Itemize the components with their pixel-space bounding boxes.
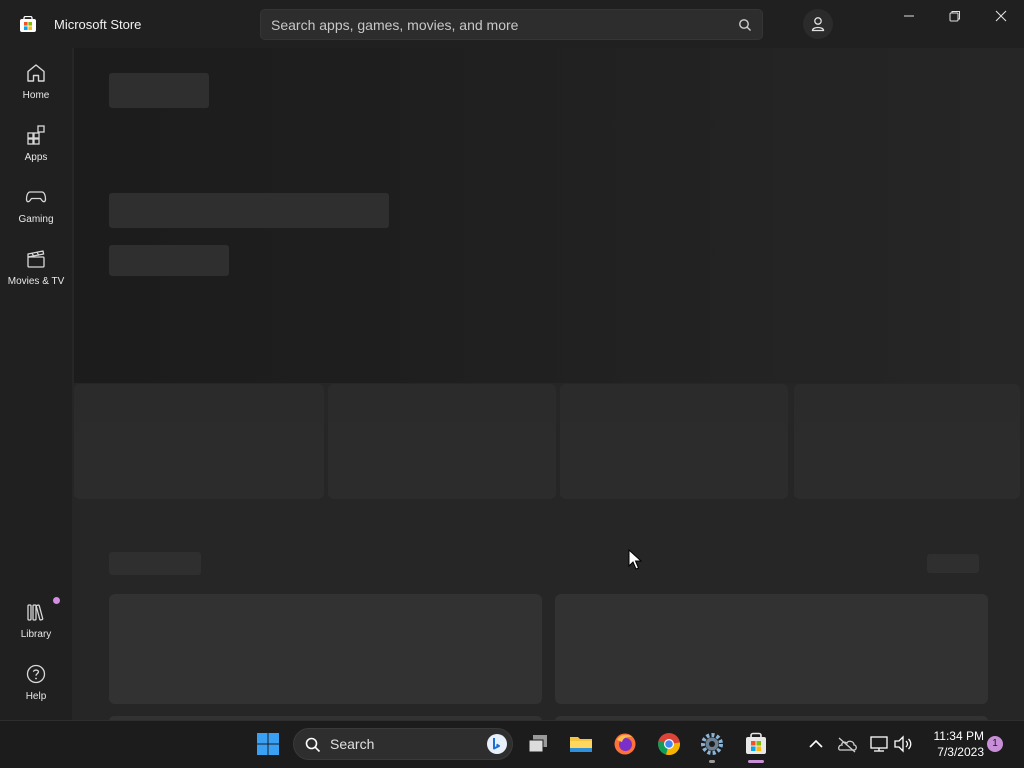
- sidebar-item-help[interactable]: Help: [0, 659, 72, 715]
- search-placeholder: Search apps, games, movies, and more: [271, 17, 519, 33]
- apps-icon: [27, 125, 45, 145]
- windows-start-icon[interactable]: [256, 732, 280, 756]
- help-icon: [26, 664, 46, 684]
- taskview-icon[interactable]: [526, 732, 550, 756]
- clock[interactable]: 11:34 PM 7/3/2023: [920, 728, 984, 760]
- sidebar-item-gaming[interactable]: Gaming: [0, 182, 72, 238]
- app-title: Microsoft Store: [54, 17, 142, 32]
- library-icon: [27, 604, 44, 621]
- store-active-indicator: [748, 760, 764, 763]
- sidebar: Home Apps Gaming Movies & TV Library Hel…: [0, 48, 72, 720]
- mouse-cursor-icon: [628, 549, 642, 570]
- home-icon: [27, 64, 45, 82]
- chevron-up-icon[interactable]: [804, 732, 828, 756]
- minimize-button[interactable]: [886, 0, 932, 32]
- main-content: [72, 48, 1024, 720]
- search-icon[interactable]: [738, 18, 752, 32]
- notification-badge[interactable]: 1: [987, 736, 1003, 752]
- sidebar-item-label: Gaming: [18, 214, 54, 225]
- clapperboard-icon: [27, 250, 45, 268]
- close-icon: [995, 10, 1007, 22]
- volume-icon[interactable]: [891, 732, 915, 756]
- microsoft-store-icon[interactable]: [744, 732, 768, 756]
- library-badge: [53, 597, 60, 604]
- bing-icon[interactable]: [486, 733, 508, 755]
- settings-icon[interactable]: [700, 732, 724, 756]
- chrome-icon[interactable]: [657, 732, 681, 756]
- close-button[interactable]: [978, 0, 1024, 32]
- network-icon[interactable]: [867, 732, 891, 756]
- carousel-card-skeleton: [794, 384, 1020, 499]
- taskbar-search-label: Search: [330, 736, 375, 752]
- microsoft-store-icon: [20, 16, 36, 32]
- hero-button-skeleton: [109, 245, 229, 276]
- app-tile-skeleton: [109, 594, 542, 704]
- see-all-skeleton: [927, 554, 979, 573]
- carousel-card-skeleton: [560, 384, 788, 499]
- sidebar-item-label: Movies & TV: [7, 276, 65, 287]
- onedrive-offline-icon[interactable]: [835, 732, 859, 756]
- sidebar-item-apps[interactable]: Apps: [0, 120, 72, 176]
- sidebar-item-library[interactable]: Library: [0, 597, 72, 653]
- file-explorer-icon[interactable]: [569, 732, 593, 756]
- restore-button[interactable]: [932, 0, 978, 32]
- app-tile-skeleton: [555, 594, 988, 704]
- settings-running-indicator: [709, 760, 715, 763]
- hero-title-skeleton: [109, 73, 209, 108]
- restore-icon: [949, 11, 960, 22]
- sidebar-item-label: Help: [25, 691, 47, 702]
- hero-subtitle-skeleton: [109, 193, 389, 228]
- clock-time: 11:34 PM: [933, 729, 984, 743]
- sidebar-item-movies-tv[interactable]: Movies & TV: [0, 244, 72, 300]
- sidebar-item-home[interactable]: Home: [0, 58, 72, 114]
- person-icon: [811, 17, 825, 32]
- section-title-skeleton: [109, 552, 201, 575]
- carousel-card-skeleton: [328, 384, 556, 499]
- sidebar-item-label: Apps: [24, 152, 48, 163]
- gamepad-icon: [25, 191, 47, 203]
- title-bar: Microsoft Store Search apps, games, movi…: [0, 0, 1024, 48]
- search-input[interactable]: Search apps, games, movies, and more: [260, 9, 763, 40]
- taskbar-search[interactable]: Search: [293, 728, 513, 760]
- clock-date: 7/3/2023: [937, 745, 984, 759]
- sidebar-item-label: Library: [20, 629, 52, 640]
- sidebar-item-label: Home: [22, 90, 50, 101]
- firefox-icon[interactable]: [613, 732, 637, 756]
- carousel-card-skeleton: [74, 384, 324, 499]
- minimize-icon: [904, 15, 914, 17]
- search-icon: [305, 737, 321, 753]
- profile-button[interactable]: [803, 9, 833, 39]
